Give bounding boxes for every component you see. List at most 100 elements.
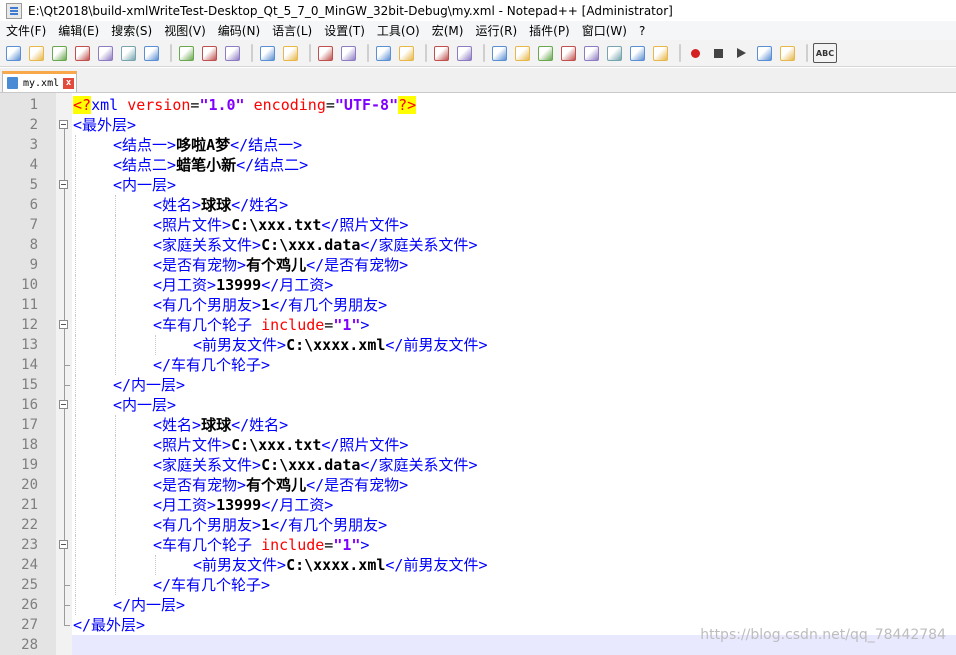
code-line[interactable]: 10 <月工资>13999</月工资>	[0, 275, 956, 295]
fold-toggle-icon[interactable]	[59, 320, 68, 329]
find-icon[interactable]	[316, 44, 334, 62]
indent-guide-icon[interactable]	[536, 44, 554, 62]
record-icon[interactable]	[686, 44, 704, 62]
sync-h-icon[interactable]	[455, 44, 473, 62]
code-line[interactable]: 25 </车有几个轮子>	[0, 575, 956, 595]
menu-item[interactable]: 运行(R)	[469, 22, 523, 39]
menu-item[interactable]: 语言(L)	[266, 22, 318, 39]
token-tag: </前男友文件>	[385, 336, 488, 354]
menu-item[interactable]: ?	[633, 24, 651, 38]
sync-v-icon[interactable]	[432, 44, 450, 62]
code-line[interactable]: 23 <车有几个轮子 include="1">	[0, 535, 956, 555]
indent-guide	[115, 315, 117, 335]
code-text: <车有几个轮子 include="1">	[153, 535, 369, 555]
spellcheck-icon[interactable]: ABC	[813, 43, 837, 63]
line-number: 9	[29, 257, 38, 273]
token-piname: xml	[91, 96, 119, 114]
menu-item[interactable]: 搜索(S)	[105, 22, 158, 39]
code-line[interactable]: 13 <前男友文件>C:\xxxx.xml</前男友文件>	[0, 335, 956, 355]
code-line[interactable]: 24 <前男友文件>C:\xxxx.xml</前男友文件>	[0, 555, 956, 575]
close-icon[interactable]	[96, 44, 114, 62]
zoom-out-icon[interactable]	[397, 44, 415, 62]
code-line[interactable]: 1 <?xml version="1.0" encoding="UTF-8"?>	[0, 95, 956, 115]
fold-toggle-icon[interactable]	[59, 180, 68, 189]
token-tag: <前男友文件>	[193, 336, 287, 354]
code-line[interactable]: 8 <家庭关系文件>C:\xxx.data</家庭关系文件>	[0, 235, 956, 255]
function-list-icon[interactable]	[605, 44, 623, 62]
replace-icon[interactable]	[339, 44, 357, 62]
editor[interactable]: 1 <?xml version="1.0" encoding="UTF-8"?> 2…	[0, 93, 956, 655]
fold-end-mark	[64, 585, 70, 586]
play-icon[interactable]	[732, 44, 750, 62]
code-line[interactable]: 4 <结点二>蜡笔小新</结点二>	[0, 155, 956, 175]
redo-icon[interactable]	[281, 44, 299, 62]
undo-icon[interactable]	[258, 44, 276, 62]
token-tag: <有几个男朋友>	[153, 296, 262, 314]
save-all-icon[interactable]	[73, 44, 91, 62]
zoom-in-icon[interactable]	[374, 44, 392, 62]
menu-item[interactable]: 视图(V)	[158, 22, 212, 39]
tab-label: my.xml	[23, 77, 60, 89]
play-multi-icon[interactable]	[755, 44, 773, 62]
cut-icon[interactable]	[177, 44, 195, 62]
code-line[interactable]: 3 <结点一>哆啦A梦</结点一>	[0, 135, 956, 155]
code-line[interactable]: 16 <内一层>	[0, 395, 956, 415]
fold-toggle-icon[interactable]	[59, 400, 68, 409]
fold-toggle-icon[interactable]	[59, 540, 68, 549]
save-macro-icon[interactable]	[778, 44, 796, 62]
menu-item[interactable]: 设置(T)	[318, 22, 371, 39]
folder-icon[interactable]	[628, 44, 646, 62]
menu-item[interactable]: 工具(O)	[371, 22, 426, 39]
monitor-icon[interactable]	[651, 44, 669, 62]
code-text: <月工资>13999</月工资>	[153, 495, 333, 515]
tab-close-icon[interactable]: x	[63, 77, 75, 89]
new-icon[interactable]	[4, 44, 22, 62]
code-line[interactable]: 19 <家庭关系文件>C:\xxx.data</家庭关系文件>	[0, 455, 956, 475]
code-line[interactable]: 22 <有几个男朋友>1</有几个男朋友>	[0, 515, 956, 535]
wrap-icon[interactable]	[490, 44, 508, 62]
code-line[interactable]: 2 <最外层>	[0, 115, 956, 135]
code-line[interactable]: 26 </内一层>	[0, 595, 956, 615]
menu-item[interactable]: 编码(N)	[212, 22, 266, 39]
open-icon[interactable]	[27, 44, 45, 62]
tab-my-xml[interactable]: my.xml x	[2, 71, 77, 92]
save-icon[interactable]	[50, 44, 68, 62]
code-line[interactable]: 6 <姓名>球球</姓名>	[0, 195, 956, 215]
code-line[interactable]: 21 <月工资>13999</月工资>	[0, 495, 956, 515]
print-icon[interactable]	[142, 44, 160, 62]
menu-item[interactable]: 宏(M)	[426, 22, 470, 39]
code-line[interactable]: 14 </车有几个轮子>	[0, 355, 956, 375]
fold-line	[64, 135, 65, 155]
fold-toggle-icon[interactable]	[59, 120, 68, 129]
paste-icon[interactable]	[223, 44, 241, 62]
close-all-icon[interactable]	[119, 44, 137, 62]
token-tag: <最外层>	[73, 116, 137, 134]
all-chars-icon[interactable]	[513, 44, 531, 62]
indent-guide	[115, 515, 117, 535]
menu-item[interactable]: 插件(P)	[523, 22, 576, 39]
line-number: 8	[29, 237, 38, 253]
code-line[interactable]: 12 <车有几个轮子 include="1">	[0, 315, 956, 335]
code-line[interactable]: 5 <内一层>	[0, 175, 956, 195]
copy-icon[interactable]	[200, 44, 218, 62]
code-line[interactable]: 20 <是否有宠物>有个鸡儿</是否有宠物>	[0, 475, 956, 495]
stop-icon[interactable]	[709, 44, 727, 62]
code-line[interactable]: 17 <姓名>球球</姓名>	[0, 415, 956, 435]
code-line[interactable]: 18 <照片文件>C:\xxx.txt</照片文件>	[0, 435, 956, 455]
token-tag: </结点二>	[236, 156, 309, 174]
token-tag: </最外层>	[73, 616, 146, 634]
code-text: <内一层>	[113, 175, 176, 195]
token-txt: 1	[261, 516, 271, 534]
menu-item[interactable]: 编辑(E)	[52, 22, 105, 39]
udl-icon[interactable]	[559, 44, 577, 62]
fold-end-mark	[64, 365, 70, 366]
code-line[interactable]: 7 <照片文件>C:\xxx.txt</照片文件>	[0, 215, 956, 235]
code-line[interactable]: 9 <是否有宠物>有个鸡儿</是否有宠物>	[0, 255, 956, 275]
menu-item[interactable]: 窗口(W)	[576, 22, 633, 39]
token-tag: <月工资>	[153, 496, 217, 514]
doc-map-icon[interactable]	[582, 44, 600, 62]
code-line[interactable]: 11 <有几个男朋友>1</有几个男朋友>	[0, 295, 956, 315]
code-line[interactable]: 15 </内一层>	[0, 375, 956, 395]
menu-item[interactable]: 文件(F)	[0, 22, 52, 39]
indent-guide	[115, 215, 117, 235]
